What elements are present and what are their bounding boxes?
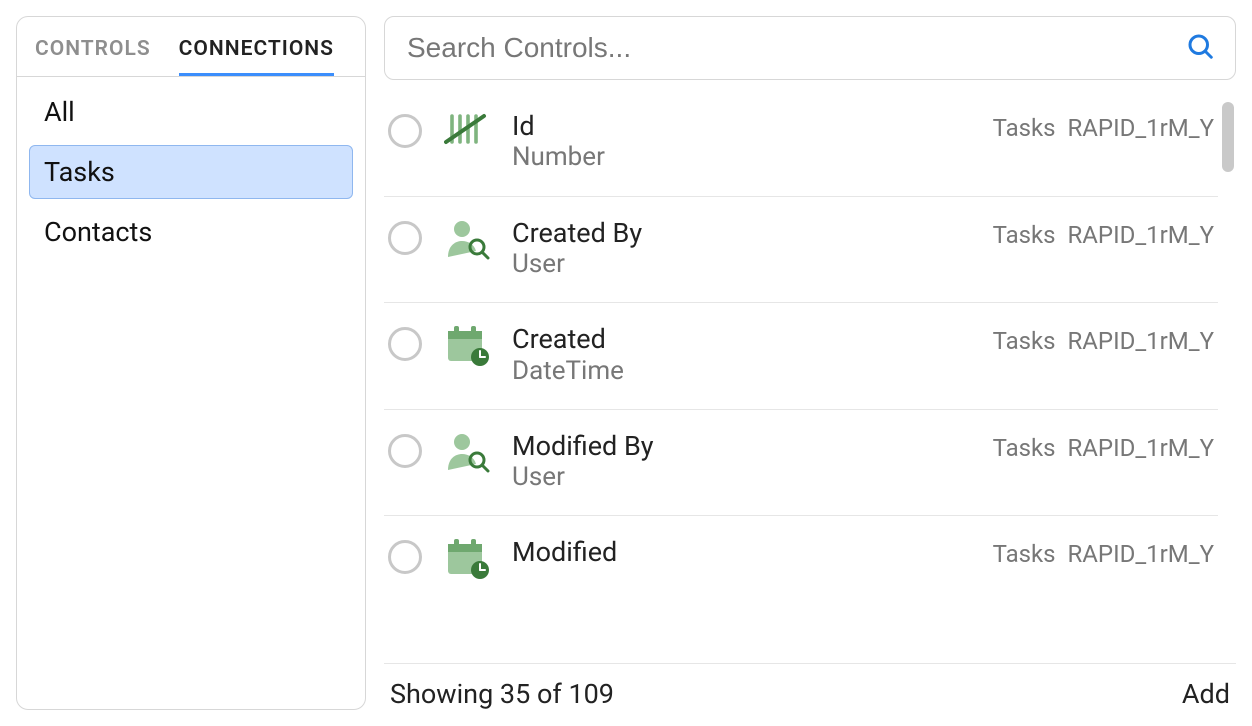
row-title: Modified <box>512 536 973 568</box>
sidebar-tabs: CONTROLS CONNECTIONS <box>17 27 365 77</box>
sidebar: CONTROLS CONNECTIONS All Tasks Contacts <box>16 16 366 710</box>
row-text: Modified DateTime <box>512 536 973 600</box>
control-row[interactable]: Modified DateTime Tasks RAPID_1rM_Y <box>384 516 1218 600</box>
row-source: Tasks RAPID_1rM_Y <box>993 434 1214 462</box>
controls-list: Id Number Tasks RAPID_1rM_Y <box>384 98 1218 663</box>
row-radio[interactable] <box>388 327 422 361</box>
row-radio[interactable] <box>388 221 422 255</box>
search-input[interactable] <box>405 31 1185 65</box>
sidebar-item-all[interactable]: All <box>29 85 353 139</box>
row-title: Created <box>512 323 973 355</box>
row-radio[interactable] <box>388 540 422 574</box>
row-radio[interactable] <box>388 114 422 148</box>
row-source: Tasks RAPID_1rM_Y <box>993 114 1214 142</box>
control-row[interactable]: Modified By User Tasks RAPID_1rM_Y <box>384 410 1218 517</box>
user-lookup-icon <box>442 217 492 261</box>
control-row[interactable]: Created DateTime Tasks RAPID_1rM_Y <box>384 303 1218 410</box>
row-source-2: RAPID_1rM_Y <box>1067 221 1214 249</box>
app-root: CONTROLS CONNECTIONS All Tasks Contacts <box>0 0 1252 726</box>
tab-controls[interactable]: CONTROLS <box>35 37 151 77</box>
datetime-icon <box>442 536 492 580</box>
row-source-1: Tasks <box>993 114 1056 142</box>
row-type: User <box>512 249 973 280</box>
datetime-icon <box>442 323 492 367</box>
control-row[interactable]: Id Number Tasks RAPID_1rM_Y <box>384 98 1218 197</box>
search-icon[interactable] <box>1185 31 1215 65</box>
sidebar-item-contacts[interactable]: Contacts <box>29 205 353 259</box>
row-source-2: RAPID_1rM_Y <box>1067 540 1214 568</box>
row-title: Created By <box>512 217 973 249</box>
row-source-1: Tasks <box>993 434 1056 462</box>
row-source-2: RAPID_1rM_Y <box>1067 327 1214 355</box>
tab-connections[interactable]: CONNECTIONS <box>179 37 334 77</box>
scrollbar-thumb[interactable] <box>1222 102 1234 172</box>
sidebar-item-tasks[interactable]: Tasks <box>29 145 353 199</box>
row-source-1: Tasks <box>993 221 1056 249</box>
row-type: Number <box>512 142 973 173</box>
row-source: Tasks RAPID_1rM_Y <box>993 221 1214 249</box>
tally-icon <box>442 110 492 154</box>
user-lookup-icon <box>442 430 492 474</box>
row-source-2: RAPID_1rM_Y <box>1067 114 1214 142</box>
row-text: Id Number <box>512 110 973 174</box>
sidebar-list: All Tasks Contacts <box>17 77 365 267</box>
search-bar <box>384 16 1236 80</box>
controls-list-wrap: Id Number Tasks RAPID_1rM_Y <box>384 98 1236 663</box>
main-panel: Id Number Tasks RAPID_1rM_Y <box>384 16 1236 710</box>
row-type: DateTime <box>512 356 973 387</box>
row-type: User <box>512 462 973 493</box>
row-title: Modified By <box>512 430 973 462</box>
row-text: Created DateTime <box>512 323 973 387</box>
row-source-2: RAPID_1rM_Y <box>1067 434 1214 462</box>
row-title: Id <box>512 110 973 142</box>
control-row[interactable]: Created By User Tasks RAPID_1rM_Y <box>384 197 1218 304</box>
row-source: Tasks RAPID_1rM_Y <box>993 327 1214 355</box>
showing-count: Showing 35 of 109 <box>390 678 614 710</box>
row-source-1: Tasks <box>993 540 1056 568</box>
list-footer: Showing 35 of 109 Add <box>384 663 1236 710</box>
row-text: Created By User <box>512 217 973 281</box>
row-text: Modified By User <box>512 430 973 494</box>
row-source-1: Tasks <box>993 327 1056 355</box>
row-radio[interactable] <box>388 434 422 468</box>
row-source: Tasks RAPID_1rM_Y <box>993 540 1214 568</box>
add-button[interactable]: Add <box>1182 678 1230 710</box>
